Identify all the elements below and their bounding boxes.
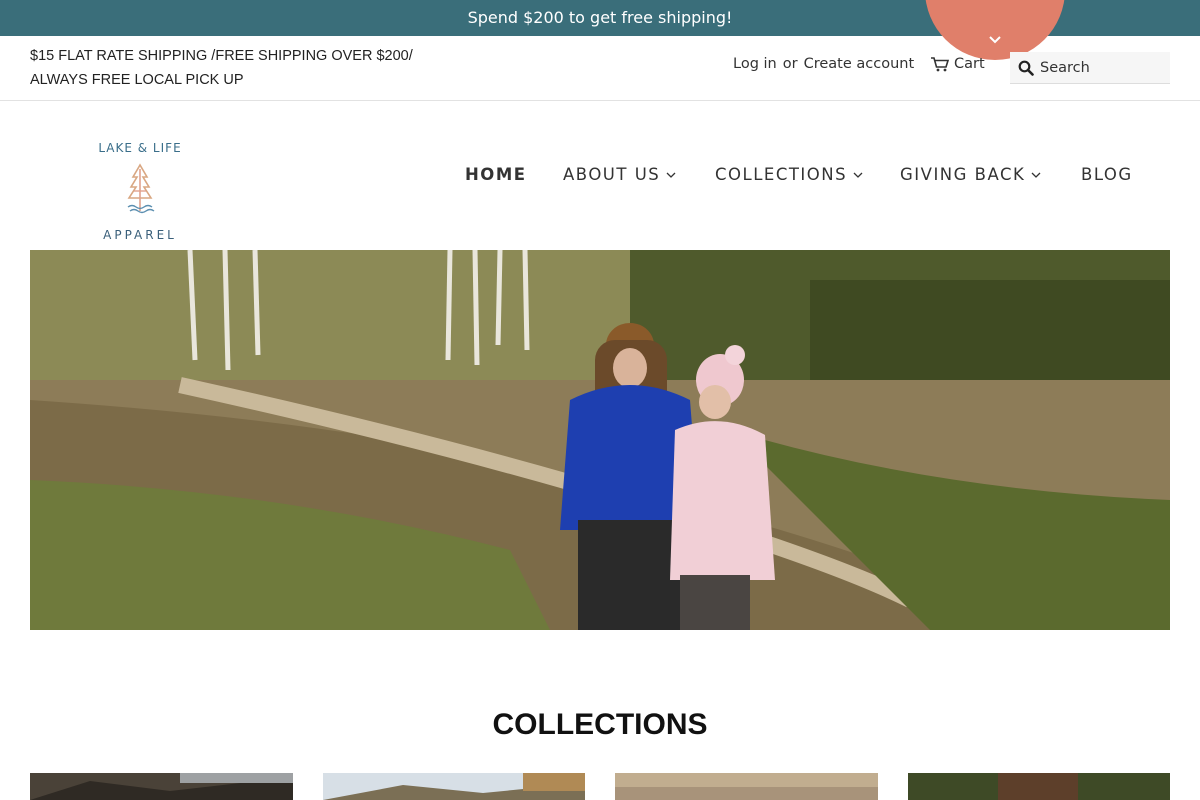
collection-card[interactable]: [615, 773, 878, 800]
or-text: or: [782, 56, 798, 72]
nav-item-label: ABOUT US: [563, 165, 661, 184]
nav-item-label: HOME: [465, 165, 527, 184]
cart-label: Cart: [954, 56, 985, 72]
promo-badge[interactable]: [925, 0, 1065, 60]
collection-thumbnail: [908, 773, 1170, 800]
logo-top-text: LAKE & LIFE: [98, 141, 182, 155]
search-icon[interactable]: [1018, 60, 1034, 76]
shipping-note: $15 FLAT RATE SHIPPING /FREE SHIPPING OV…: [30, 44, 450, 92]
cart-icon: [931, 57, 950, 72]
chevron-down-icon: [853, 172, 863, 178]
collection-card[interactable]: [323, 773, 585, 800]
shipping-note-line1: $15 FLAT RATE SHIPPING /FREE SHIPPING OV…: [30, 48, 413, 64]
nav-item-label: COLLECTIONS: [715, 165, 848, 184]
nav-item-giving-back[interactable]: GIVING BACK: [900, 165, 1041, 184]
hero-scene: [30, 250, 1170, 630]
shipping-note-line2: ALWAYS FREE LOCAL PICK UP: [30, 72, 244, 88]
chevron-down-icon[interactable]: [989, 36, 1001, 44]
collection-card[interactable]: [908, 773, 1170, 800]
create-account-link[interactable]: Create account: [804, 56, 915, 72]
hero-image: [30, 250, 1170, 630]
nav-item-collections[interactable]: COLLECTIONS: [715, 165, 863, 184]
collection-thumbnail: [323, 773, 585, 800]
nav-item-home[interactable]: HOME: [465, 165, 527, 184]
site-logo[interactable]: LAKE & LIFE APPAREL: [90, 135, 190, 245]
collection-thumbnail: [615, 773, 878, 800]
main-nav: HOME ABOUT US COLLECTIONS GIVING BACK BL…: [0, 165, 1200, 189]
top-bar: $15 FLAT RATE SHIPPING /FREE SHIPPING OV…: [0, 0, 1200, 101]
cart-link[interactable]: Cart: [930, 56, 985, 72]
announcement-text: Spend $200 to get free shipping!: [467, 8, 733, 27]
nav-item-label: GIVING BACK: [900, 165, 1026, 184]
search-box: [1010, 52, 1170, 84]
search-input[interactable]: [1040, 52, 1166, 84]
logo-bottom-text: APPAREL: [103, 228, 177, 242]
login-link[interactable]: Log in: [733, 56, 777, 72]
nav-item-about-us[interactable]: ABOUT US: [563, 165, 676, 184]
nav-item-label: BLOG: [1081, 165, 1133, 184]
collection-thumbnail: [30, 773, 293, 800]
collection-card[interactable]: [30, 773, 293, 800]
chevron-down-icon: [666, 172, 676, 178]
chevron-down-icon: [1031, 172, 1041, 178]
collections-title: COLLECTIONS: [492, 708, 708, 741]
nav-item-blog[interactable]: BLOG: [1081, 165, 1133, 184]
account-links: Log in or Create account: [733, 56, 914, 72]
